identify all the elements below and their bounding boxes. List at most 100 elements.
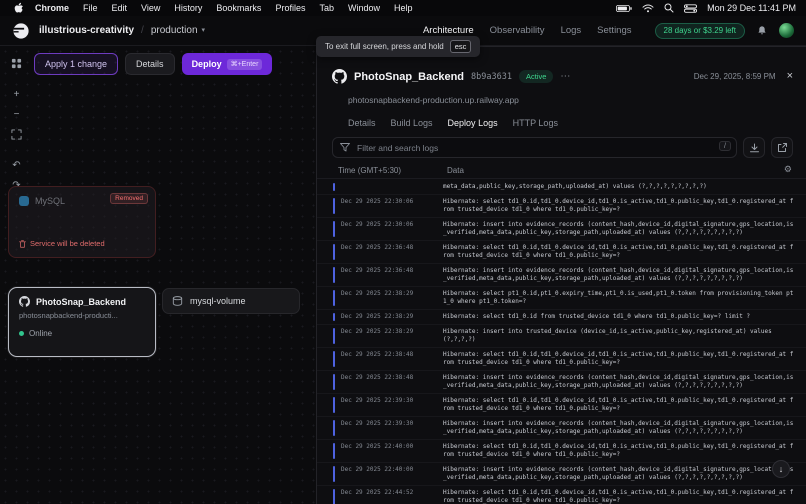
data-column-header: Data: [447, 166, 464, 175]
log-row[interactable]: Dec 29 2025 22:39:30Hibernate: insert in…: [317, 417, 806, 440]
log-row[interactable]: Dec 29 2025 22:30:06Hibernate: select td…: [317, 195, 806, 218]
apple-menu-icon[interactable]: [10, 2, 28, 14]
nav-settings[interactable]: Settings: [597, 25, 631, 36]
log-message: Hibernate: insert into trusted_device (d…: [443, 328, 794, 344]
canvas-toolbar: + − ↶ ↷: [8, 55, 25, 194]
log-message: Hibernate: insert into evidence_records …: [443, 374, 794, 390]
commit-hash[interactable]: 8b9a3631: [471, 72, 512, 82]
log-timestamp: Dec 29 2025 22:38:29: [341, 290, 443, 306]
log-severity-bar: [333, 313, 335, 321]
log-timestamp: Dec 29 2025 22:38:48: [341, 351, 443, 367]
header-nav: Architecture Observability Logs Settings: [423, 25, 632, 36]
volume-disk-icon: [172, 296, 183, 306]
log-message: Hibernate: select td1_0.id from trusted_…: [443, 313, 794, 321]
project-canvas[interactable]: + − ↶ ↷ Apply 1 change Details Deploy ⌘+…: [0, 46, 316, 504]
menubar-item-view[interactable]: View: [134, 3, 167, 13]
log-row[interactable]: Dec 29 2025 22:39:30Hibernate: select td…: [317, 394, 806, 417]
log-row[interactable]: Dec 29 2025 22:40:00Hibernate: select td…: [317, 440, 806, 463]
wifi-icon[interactable]: [642, 4, 654, 13]
tab-build-logs[interactable]: Build Logs: [391, 118, 433, 128]
volume-card-title: mysql-volume: [190, 296, 246, 306]
log-row[interactable]: Dec 29 2025 22:38:29Hibernate: select td…: [317, 310, 806, 325]
menubar-item-edit[interactable]: Edit: [105, 3, 135, 13]
service-card-mysql[interactable]: MySQL Removed Service will be deleted: [8, 186, 156, 258]
log-message: Hibernate: select td1_0.id,td1_0.device_…: [443, 351, 794, 367]
log-row[interactable]: Dec 29 2025 22:44:52Hibernate: select td…: [317, 486, 806, 504]
menubar-item-file[interactable]: File: [76, 3, 105, 13]
menubar-item-history[interactable]: History: [167, 3, 209, 13]
menubar-item-window[interactable]: Window: [341, 3, 387, 13]
log-message: Hibernate: select td1_0.id,td1_0.device_…: [443, 489, 794, 504]
trash-icon: [19, 240, 26, 248]
control-center-icon[interactable]: [684, 4, 697, 13]
zoom-in-button[interactable]: +: [8, 86, 25, 103]
bell-icon[interactable]: [756, 24, 768, 37]
download-logs-button[interactable]: [743, 137, 765, 158]
log-rows: meta_data,public_key,storage_path,upload…: [317, 180, 806, 504]
nav-observability[interactable]: Observability: [490, 25, 545, 36]
breadcrumb: illustrious-creativity / production ▾: [39, 25, 205, 36]
log-row[interactable]: Dec 29 2025 22:38:48Hibernate: select td…: [317, 348, 806, 371]
menubar-item-tab[interactable]: Tab: [312, 3, 341, 13]
trial-badge[interactable]: 28 days or $3.29 left: [655, 23, 746, 39]
log-message: Hibernate: select td1_0.id,td1_0.device_…: [443, 443, 794, 459]
environment-selector[interactable]: production ▾: [151, 25, 205, 36]
log-message: Hibernate: insert into evidence_records …: [443, 420, 794, 436]
scroll-to-bottom-button[interactable]: ↓: [772, 460, 790, 478]
menubar-item-bookmarks[interactable]: Bookmarks: [209, 3, 268, 13]
log-timestamp: Dec 29 2025 22:39:30: [341, 420, 443, 436]
apps-grid-icon[interactable]: [8, 55, 25, 72]
log-search-input[interactable]: [332, 137, 737, 158]
log-timestamp: Dec 29 2025 22:44:52: [341, 489, 443, 504]
log-row[interactable]: Dec 29 2025 22:30:06Hibernate: insert in…: [317, 218, 806, 241]
menubar-item-chrome[interactable]: Chrome: [28, 3, 76, 13]
log-severity-bar: [333, 290, 335, 306]
breadcrumb-project[interactable]: illustrious-creativity: [39, 25, 134, 36]
user-avatar[interactable]: [779, 23, 794, 38]
nav-logs[interactable]: Logs: [561, 25, 582, 36]
close-icon[interactable]: ×: [787, 71, 793, 82]
log-severity-bar: [333, 420, 335, 436]
screen: ChromeFileEditViewHistoryBookmarksProfil…: [0, 0, 806, 504]
log-row[interactable]: Dec 29 2025 22:36:48Hibernate: select td…: [317, 241, 806, 264]
service-card-backend[interactable]: PhotoSnap_Backend photosnapbackend-produ…: [8, 287, 156, 357]
deployment-service-name: PhotoSnap_Backend: [354, 71, 464, 83]
battery-icon[interactable]: [616, 4, 632, 13]
log-row[interactable]: meta_data,public_key,storage_path,upload…: [317, 180, 806, 195]
more-options-icon[interactable]: ⋯: [560, 71, 571, 82]
log-timestamp: Dec 29 2025 22:36:48: [341, 267, 443, 283]
nav-architecture[interactable]: Architecture: [423, 25, 474, 36]
log-row[interactable]: Dec 29 2025 22:38:29Hibernate: insert in…: [317, 325, 806, 348]
log-row[interactable]: Dec 29 2025 22:38:29Hibernate: select pt…: [317, 287, 806, 310]
menubar-items: ChromeFileEditViewHistoryBookmarksProfil…: [28, 3, 420, 13]
menubar-item-help[interactable]: Help: [387, 3, 420, 13]
spotlight-search-icon[interactable]: [664, 3, 674, 13]
deploy-shortcut-hint: ⌘+Enter: [227, 59, 263, 70]
deploy-button[interactable]: Deploy ⌘+Enter: [182, 53, 273, 75]
toast-text: To exit full screen, press and hold: [325, 42, 444, 51]
tab-http-logs[interactable]: HTTP Logs: [513, 118, 558, 128]
railway-logo-icon[interactable]: [12, 22, 30, 40]
fit-view-button[interactable]: [8, 126, 25, 143]
log-row[interactable]: Dec 29 2025 22:36:48Hibernate: insert in…: [317, 264, 806, 287]
search-shortcut-key: /: [719, 141, 731, 151]
log-severity-bar: [333, 397, 335, 413]
panel-tabs: Details Build Logs Deploy Logs HTTP Logs: [348, 118, 558, 128]
menubar-clock[interactable]: Mon 29 Dec 11:41 PM: [707, 3, 796, 13]
log-row[interactable]: Dec 29 2025 22:40:00Hibernate: insert in…: [317, 463, 806, 486]
zoom-out-button[interactable]: −: [8, 106, 25, 123]
menubar-item-profiles[interactable]: Profiles: [268, 3, 312, 13]
log-settings-gear-icon[interactable]: ⚙: [784, 165, 792, 174]
undo-button[interactable]: ↶: [8, 157, 25, 174]
details-button[interactable]: Details: [125, 53, 175, 75]
volume-card[interactable]: mysql-volume: [162, 288, 300, 314]
deployment-url[interactable]: photosnapbackend-production.up.railway.a…: [348, 95, 519, 105]
log-row[interactable]: Dec 29 2025 22:38:48Hibernate: insert in…: [317, 371, 806, 394]
open-external-button[interactable]: [771, 137, 793, 158]
chevron-down-icon: ▾: [202, 27, 206, 34]
tab-deploy-logs[interactable]: Deploy Logs: [448, 118, 498, 128]
fullscreen-toast: To exit full screen, press and hold esc: [316, 36, 480, 57]
tab-details[interactable]: Details: [348, 118, 376, 128]
log-timestamp: Dec 29 2025 22:30:06: [341, 221, 443, 237]
apply-changes-button[interactable]: Apply 1 change: [34, 53, 118, 75]
